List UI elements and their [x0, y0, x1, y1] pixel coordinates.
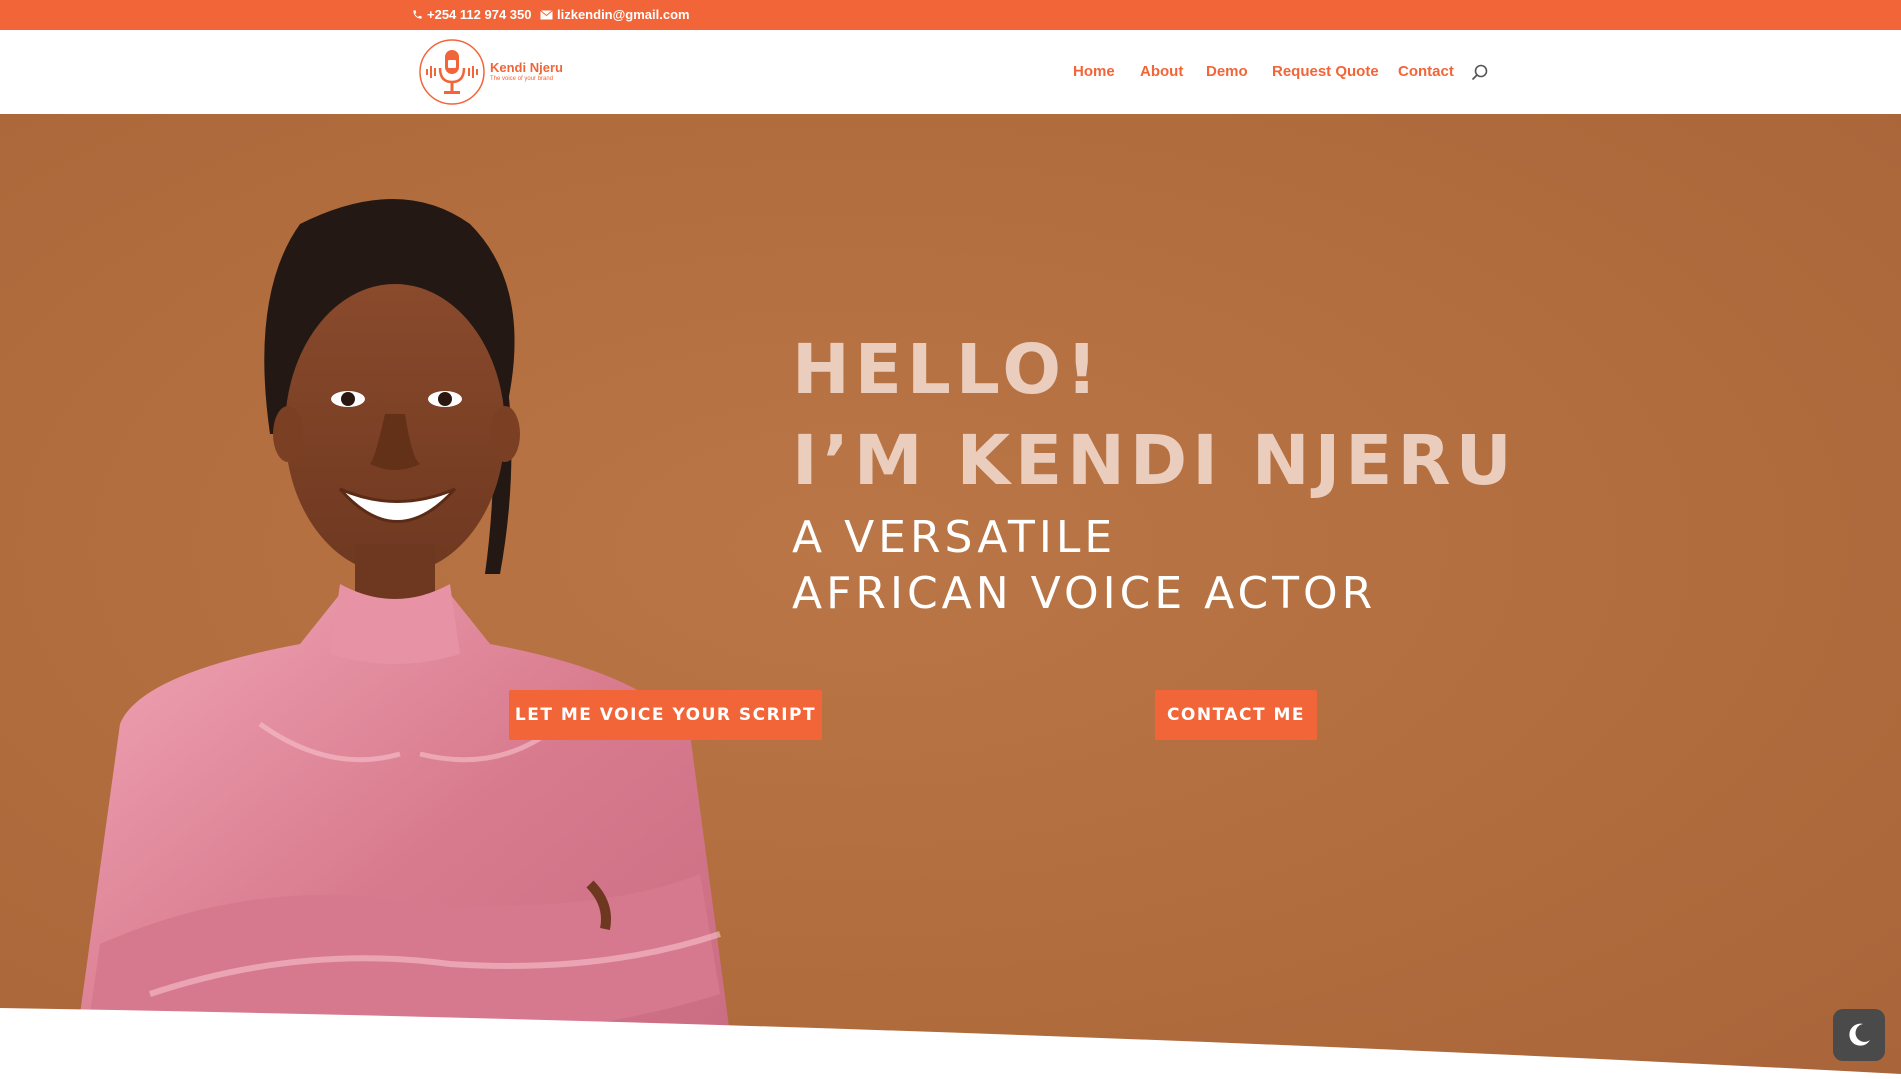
nav-about[interactable]: About [1140, 63, 1183, 80]
nav-contact[interactable]: Contact [1398, 63, 1454, 80]
hero-subtitle-line2: AFRICAN VOICE ACTOR [792, 568, 1377, 619]
contact-me-button[interactable]: CONTACT ME [1155, 690, 1317, 740]
hero-section: HELLO! I’M KENDI NJERU A VERSATILE AFRIC… [0, 114, 1901, 1079]
nav-demo[interactable]: Demo [1206, 63, 1248, 80]
hero-greeting: HELLO! [792, 330, 1103, 410]
phone-icon [413, 10, 422, 19]
hero-name: I’M KENDI NJERU [792, 421, 1517, 501]
phone-number: +254 112 974 350 [427, 7, 532, 22]
main-nav: Home About Demo Request Quote Contact [0, 63, 1901, 83]
search-icon[interactable] [1470, 63, 1490, 83]
nav-request-quote[interactable]: Request Quote [1272, 63, 1379, 80]
email-address: lizkendin@gmail.com [557, 7, 690, 22]
voice-script-button[interactable]: LET ME VOICE YOUR SCRIPT [509, 690, 822, 740]
moon-icon [1849, 1023, 1870, 1046]
site-header: Kendi Njeru The voice of your brand Home… [0, 30, 1901, 114]
top-contact-bar: +254 112 974 350 lizkendin@gmail.com [0, 0, 1901, 30]
nav-home[interactable]: Home [1073, 63, 1115, 80]
dark-mode-toggle[interactable] [1833, 1009, 1885, 1061]
envelope-icon [540, 9, 553, 19]
email-contact[interactable]: lizkendin@gmail.com [540, 7, 690, 22]
hero-subtitle-line1: A VERSATILE [792, 512, 1117, 563]
phone-contact[interactable]: +254 112 974 350 [412, 7, 531, 22]
